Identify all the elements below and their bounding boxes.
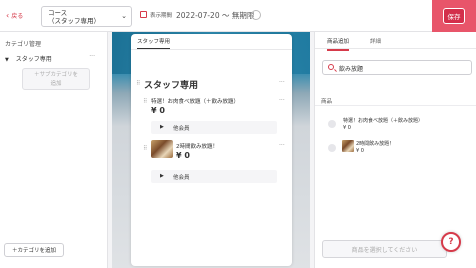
option-label: 他会員 bbox=[173, 175, 190, 181]
search-input[interactable]: 飲み放題 bbox=[322, 60, 472, 75]
item-name: 2時間飲み放題！ bbox=[176, 144, 218, 150]
divider bbox=[315, 48, 476, 49]
chevron-left-icon: ‹ bbox=[6, 10, 10, 20]
add-category-button[interactable]: ＋カテゴリを追加 bbox=[4, 243, 64, 257]
more-icon[interactable]: ··· bbox=[279, 97, 285, 104]
add-subcategory-line1: ＋サブカテゴリを bbox=[33, 72, 78, 78]
product-name: 2時間飲み放題！ bbox=[356, 141, 395, 147]
sidebar-item-staff[interactable]: ▼ スタッフ専用 ··· bbox=[5, 53, 101, 63]
app-root: ‹ 戻る コース （スタッフ専用） ⌄ 表示期間 2022-07-20 〜 無期… bbox=[0, 0, 476, 268]
search-icon bbox=[328, 64, 334, 70]
caret-right-icon: ▶ bbox=[160, 173, 164, 179]
category-sidebar: カテゴリ管理 ▼ スタッフ専用 ··· ＋サブカテゴリを 追加 bbox=[0, 32, 108, 268]
tab-details[interactable]: 詳細 bbox=[370, 37, 381, 45]
products-title: 商品 bbox=[321, 99, 333, 105]
more-icon[interactable]: ··· bbox=[279, 142, 285, 149]
caret-right-icon: ▶ bbox=[160, 124, 164, 130]
drag-handle-icon[interactable]: ⠿ bbox=[143, 145, 147, 152]
back-link[interactable]: ‹ 戻る bbox=[6, 11, 23, 20]
period-edit-button[interactable] bbox=[251, 10, 261, 20]
item-price: ¥ 0 bbox=[176, 151, 190, 160]
product-price: ¥ 0 bbox=[356, 148, 364, 154]
divider bbox=[131, 49, 292, 50]
preview-card: スタッフ専用 ⠿ スタッフ専用 ··· ⠿ 特選！お肉食べ放題（＋飲み放題） ¥… bbox=[131, 34, 292, 266]
product-photo bbox=[342, 140, 354, 152]
option-label: 他会員 bbox=[173, 126, 190, 132]
calendar-icon bbox=[140, 11, 147, 18]
search-value: 飲み放題 bbox=[339, 66, 364, 73]
more-icon[interactable]: ··· bbox=[89, 53, 95, 60]
product-name: 特選！お肉食べ放題（＋飲み放題） bbox=[343, 118, 424, 124]
top-bar: ‹ 戻る コース （スタッフ専用） ⌄ 表示期間 2022-07-20 〜 無期… bbox=[0, 0, 476, 32]
menu-preview: スタッフ専用 ⠿ スタッフ専用 ··· ⠿ 特選！お肉食べ放題（＋飲み放題） ¥… bbox=[112, 32, 310, 268]
save-button[interactable]: 保存 bbox=[443, 8, 465, 24]
sidebar-title: カテゴリ管理 bbox=[5, 41, 42, 48]
sidebar-item-label: スタッフ専用 bbox=[15, 56, 52, 63]
drag-handle-icon[interactable]: ⠿ bbox=[136, 80, 140, 87]
more-icon[interactable]: ··· bbox=[279, 79, 285, 86]
caret-down-icon: ▼ bbox=[5, 57, 9, 63]
select-product-button[interactable]: 商品を選択してください bbox=[322, 240, 447, 258]
course-name-line1: コース bbox=[48, 9, 68, 17]
period-label: 表示期間 bbox=[150, 13, 173, 19]
drag-handle-icon[interactable]: ⠿ bbox=[143, 98, 147, 105]
chevron-down-icon: ⌄ bbox=[121, 12, 127, 20]
section-title: スタッフ専用 bbox=[144, 81, 199, 91]
product-price: ¥ 0 bbox=[343, 125, 351, 131]
divider bbox=[315, 105, 476, 106]
add-subcategory-button[interactable]: ＋サブカテゴリを 追加 bbox=[22, 68, 90, 90]
add-subcategory-line2: 追加 bbox=[50, 81, 62, 87]
product-radio[interactable] bbox=[328, 144, 336, 152]
period-value: 2022-07-20 〜 無期限 bbox=[176, 11, 255, 20]
help-button[interactable]: ? bbox=[441, 232, 461, 252]
item-name: 特選！お肉食べ放題（＋飲み放題） bbox=[151, 99, 240, 105]
course-select[interactable]: コース （スタッフ専用） ⌄ bbox=[41, 6, 132, 27]
product-radio[interactable] bbox=[328, 120, 336, 128]
option-row[interactable]: ▶ 他会員 bbox=[151, 121, 277, 134]
item-photo bbox=[151, 140, 173, 158]
course-name-line2: （スタッフ専用） bbox=[48, 17, 100, 25]
back-label: 戻る bbox=[11, 13, 24, 20]
option-row[interactable]: ▶ 他会員 bbox=[151, 170, 277, 183]
item-price: ¥ 0 bbox=[151, 106, 165, 115]
